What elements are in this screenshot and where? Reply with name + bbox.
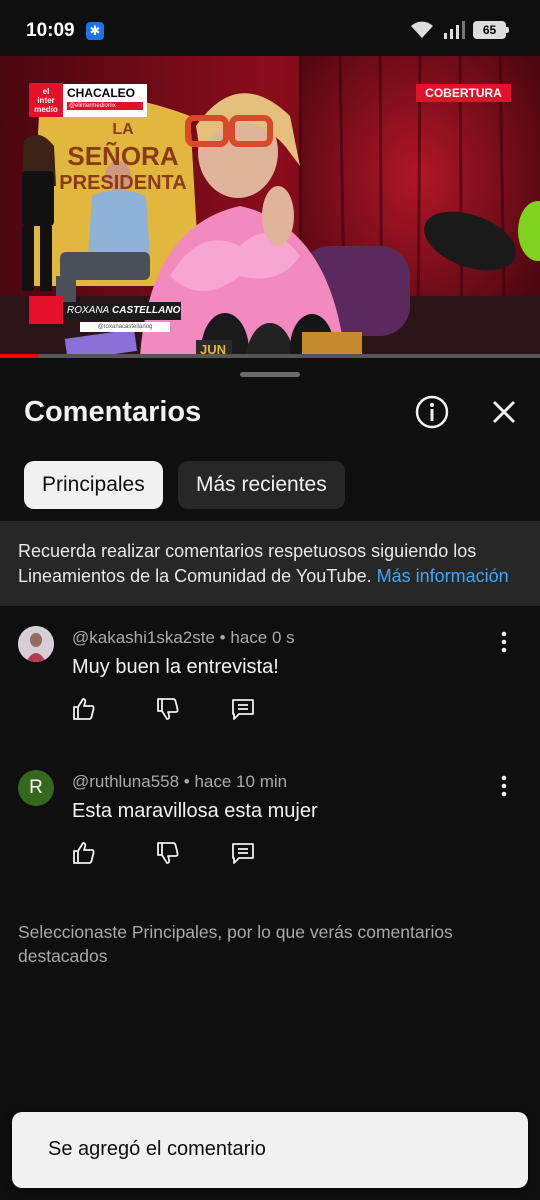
info-icon[interactable] (414, 394, 450, 430)
battery-level: 65 (482, 23, 497, 37)
avatar-photo (18, 626, 54, 662)
backdrop-title: LA SEÑORA PRESIDENTA (58, 116, 188, 197)
like-icon[interactable] (71, 696, 97, 722)
more-info-link[interactable]: Más información (377, 566, 509, 586)
avatar[interactable]: R (18, 770, 54, 806)
lower-third-logo (29, 296, 63, 324)
like-icon[interactable] (71, 840, 97, 866)
backdrop-line-2: SEÑORA (67, 141, 179, 171)
show-handle: @elintermediomx (67, 102, 143, 110)
wifi-icon (411, 21, 433, 38)
comments-sheet: Comentarios Principales Más recientes Re… (0, 358, 540, 1200)
show-name: CHACALEO (67, 86, 135, 100)
video-player[interactable]: el inter medio CHACALEO @elintermediomx … (0, 56, 540, 356)
comment-item: R @ruthluna558 • hace 10 min Esta maravi… (0, 762, 540, 882)
comment-time: hace 10 min (194, 772, 288, 791)
backdrop-line-3: PRESIDENTA (59, 172, 187, 194)
coverage-badge: COBERTURA (416, 84, 511, 102)
more-vert-icon[interactable] (494, 774, 514, 798)
toast-message: Se agregó el comentario (48, 1138, 266, 1160)
lower-third-handle: @roxanacastellanog (80, 322, 170, 332)
show-tag: CHACALEO @elintermediomx (63, 84, 147, 117)
battery-icon: 65 (473, 21, 509, 39)
dislike-icon[interactable] (155, 840, 181, 866)
comment-meta: @ruthluna558 • hace 10 min (72, 772, 288, 791)
status-bar: 10:09 ✱ 65 (0, 0, 540, 56)
signal-icon (444, 21, 465, 39)
lower-third: ROXANA CASTELLANO (63, 302, 181, 320)
reply-icon[interactable] (230, 696, 256, 722)
comment-text: Muy buen la entrevista! (72, 656, 279, 678)
comment-item: @kakashi1ska2ste • hace 0 s Muy buen la … (0, 618, 540, 738)
lower-third-first: ROXANA (67, 305, 110, 316)
lower-third-last: CASTELLANO (112, 305, 181, 316)
sort-note: Seleccionaste Principales, por lo que ve… (18, 922, 453, 966)
tab-mas-recientes[interactable]: Más recientes (178, 461, 345, 509)
logo-line-1: el (42, 87, 50, 96)
comment-author[interactable]: @kakashi1ska2ste (72, 628, 215, 647)
avatar[interactable] (18, 626, 54, 662)
comment-added-toast: Se agregó el comentario (12, 1112, 528, 1188)
logo-line-3: medio (34, 105, 58, 114)
reply-icon[interactable] (230, 840, 256, 866)
comment-meta: @kakashi1ska2ste • hace 0 s (72, 628, 295, 647)
status-time: 10:09 (26, 20, 75, 41)
status-icons: 65 (409, 20, 509, 40)
community-guidelines-notice: Recuerda realizar comentarios respetuoso… (0, 521, 540, 606)
close-icon[interactable] (486, 394, 522, 430)
comment-time: hace 0 s (230, 628, 295, 647)
snowflake-icon: ✱ (86, 22, 104, 40)
comment-text: Esta maravillosa esta mujer (72, 800, 318, 822)
dislike-icon[interactable] (155, 696, 181, 722)
sheet-title: Comentarios (24, 396, 202, 428)
tab-principales[interactable]: Principales (24, 461, 163, 509)
drag-handle[interactable] (240, 372, 300, 377)
show-logo: el inter medio (29, 83, 63, 117)
comment-author[interactable]: @ruthluna558 (72, 772, 179, 791)
more-vert-icon[interactable] (494, 630, 514, 654)
logo-line-2: inter (37, 96, 55, 105)
backdrop-line-1: LA (112, 121, 134, 138)
